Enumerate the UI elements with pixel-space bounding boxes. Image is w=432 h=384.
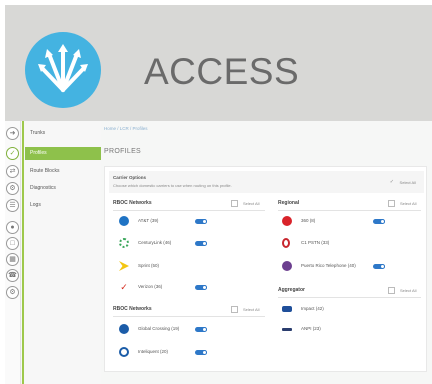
document-icon[interactable]: □ xyxy=(6,237,19,250)
select-all-label[interactable]: Select All xyxy=(400,288,416,293)
carrier-name: C1 PSTN (33) xyxy=(301,240,330,245)
breadcrumb[interactable]: Home / LCR / Profiles xyxy=(104,126,148,131)
carrier-toggle[interactable] xyxy=(195,327,207,332)
pr-icon xyxy=(282,261,292,271)
divider xyxy=(113,316,265,317)
select-all-checkbox[interactable] xyxy=(231,200,238,207)
sidebar-item-logs[interactable]: Logs xyxy=(25,199,101,212)
carrier-name: Inteliquent (20) xyxy=(138,349,169,354)
divider xyxy=(278,297,421,298)
o-ring-icon xyxy=(282,238,290,248)
inteliquent-icon xyxy=(119,347,129,357)
verizon-check-icon: ✓ xyxy=(120,282,128,292)
banner-title: ACCESS xyxy=(144,51,300,92)
page-title: PROFILES xyxy=(104,148,142,155)
settings-icon[interactable]: ⚙ xyxy=(6,286,19,299)
icon-rail: ➜ ✓ ⇄ ⚙ ☰ ● □ ▦ ☎ ⚙ xyxy=(5,121,21,384)
section-title-aggregator: Aggregator xyxy=(278,287,305,293)
user-icon[interactable]: ● xyxy=(6,221,19,234)
section-title-rboc-2: RBOC Networks xyxy=(113,306,152,312)
carrier-name: ANPI (23) xyxy=(301,326,321,331)
header-banner: ACCESS xyxy=(5,5,432,121)
select-all-label[interactable]: Select All xyxy=(243,307,259,312)
carrier-options-panel: Carrier Options Choose which domestic ca… xyxy=(109,171,424,193)
profile-card: Carrier Options Choose which domestic ca… xyxy=(104,166,427,372)
carrier-name: AT&T (39) xyxy=(138,218,159,223)
carrier-toggle[interactable] xyxy=(195,285,207,290)
carrier-toggle[interactable] xyxy=(373,264,385,269)
select-all-checkbox[interactable] xyxy=(388,287,395,294)
main-content: Home / LCR / Profiles PROFILES Carrier O… xyxy=(101,121,432,384)
centurylink-icon xyxy=(119,238,129,248)
section-title-rboc: RBOC Networks xyxy=(113,200,152,206)
sidebar-item-profiles[interactable]: Profiles xyxy=(25,147,101,160)
carrier-toggle[interactable] xyxy=(195,350,207,355)
divider xyxy=(278,210,421,211)
check-icon[interactable]: ✓ xyxy=(6,147,19,160)
arrows-burst-icon xyxy=(25,32,101,108)
carrier-name: 360 (8) xyxy=(301,218,316,223)
divider xyxy=(113,210,265,211)
sidebar-item-route-blocks[interactable]: Route Blocks xyxy=(25,165,101,178)
select-all-label[interactable]: Select All xyxy=(400,201,416,206)
route-icon[interactable]: ⇄ xyxy=(6,165,19,178)
att-globe-icon xyxy=(119,216,129,226)
sidebar-item-diagnostics[interactable]: Diagnostics xyxy=(25,182,101,195)
carrier-name: Verizon (36) xyxy=(138,284,163,289)
phone-icon[interactable]: ☎ xyxy=(6,269,19,282)
select-all-checkbox[interactable] xyxy=(388,200,395,207)
logs-icon[interactable]: ☰ xyxy=(6,199,19,212)
grid-icon[interactable]: ▦ xyxy=(6,253,19,266)
carrier-name: Puerto Rico Telephone (40) xyxy=(301,263,356,268)
360-icon xyxy=(282,216,292,226)
app-window: ➜ ✓ ⇄ ⚙ ☰ ● □ ▦ ☎ ⚙ Trunks Profiles Rout… xyxy=(5,121,432,384)
diagnostics-icon[interactable]: ⚙ xyxy=(6,182,19,195)
check-icon[interactable]: ✓ xyxy=(390,179,394,185)
section-title-regional: Regional xyxy=(278,200,300,206)
carrier-options-title: Carrier Options xyxy=(113,175,147,180)
carrier-options-description: Choose which domestic carriers to use wh… xyxy=(113,183,232,188)
carrier-name: Sprint (50) xyxy=(138,263,160,268)
global-crossing-icon xyxy=(119,324,129,334)
carrier-name: Impact (42) xyxy=(301,306,324,311)
rail-accent-line xyxy=(22,121,24,384)
carrier-toggle[interactable] xyxy=(373,219,385,224)
sprint-icon xyxy=(119,261,129,271)
select-all-checkbox[interactable] xyxy=(231,306,238,313)
select-all-label[interactable]: Select All xyxy=(243,201,259,206)
carrier-name: Global Crossing (19) xyxy=(138,326,180,331)
select-all-link[interactable]: Select All xyxy=(400,180,416,185)
sidebar: Trunks Profiles Route Blocks Diagnostics… xyxy=(25,121,101,384)
carrier-toggle[interactable] xyxy=(195,241,207,246)
arrow-right-icon[interactable]: ➜ xyxy=(6,127,19,140)
carrier-toggle[interactable] xyxy=(195,219,207,224)
carrier-name: CenturyLink (46) xyxy=(138,240,172,245)
impact-icon xyxy=(282,306,292,312)
anpi-icon xyxy=(282,328,292,331)
sidebar-item-trunks[interactable]: Trunks xyxy=(25,127,101,140)
